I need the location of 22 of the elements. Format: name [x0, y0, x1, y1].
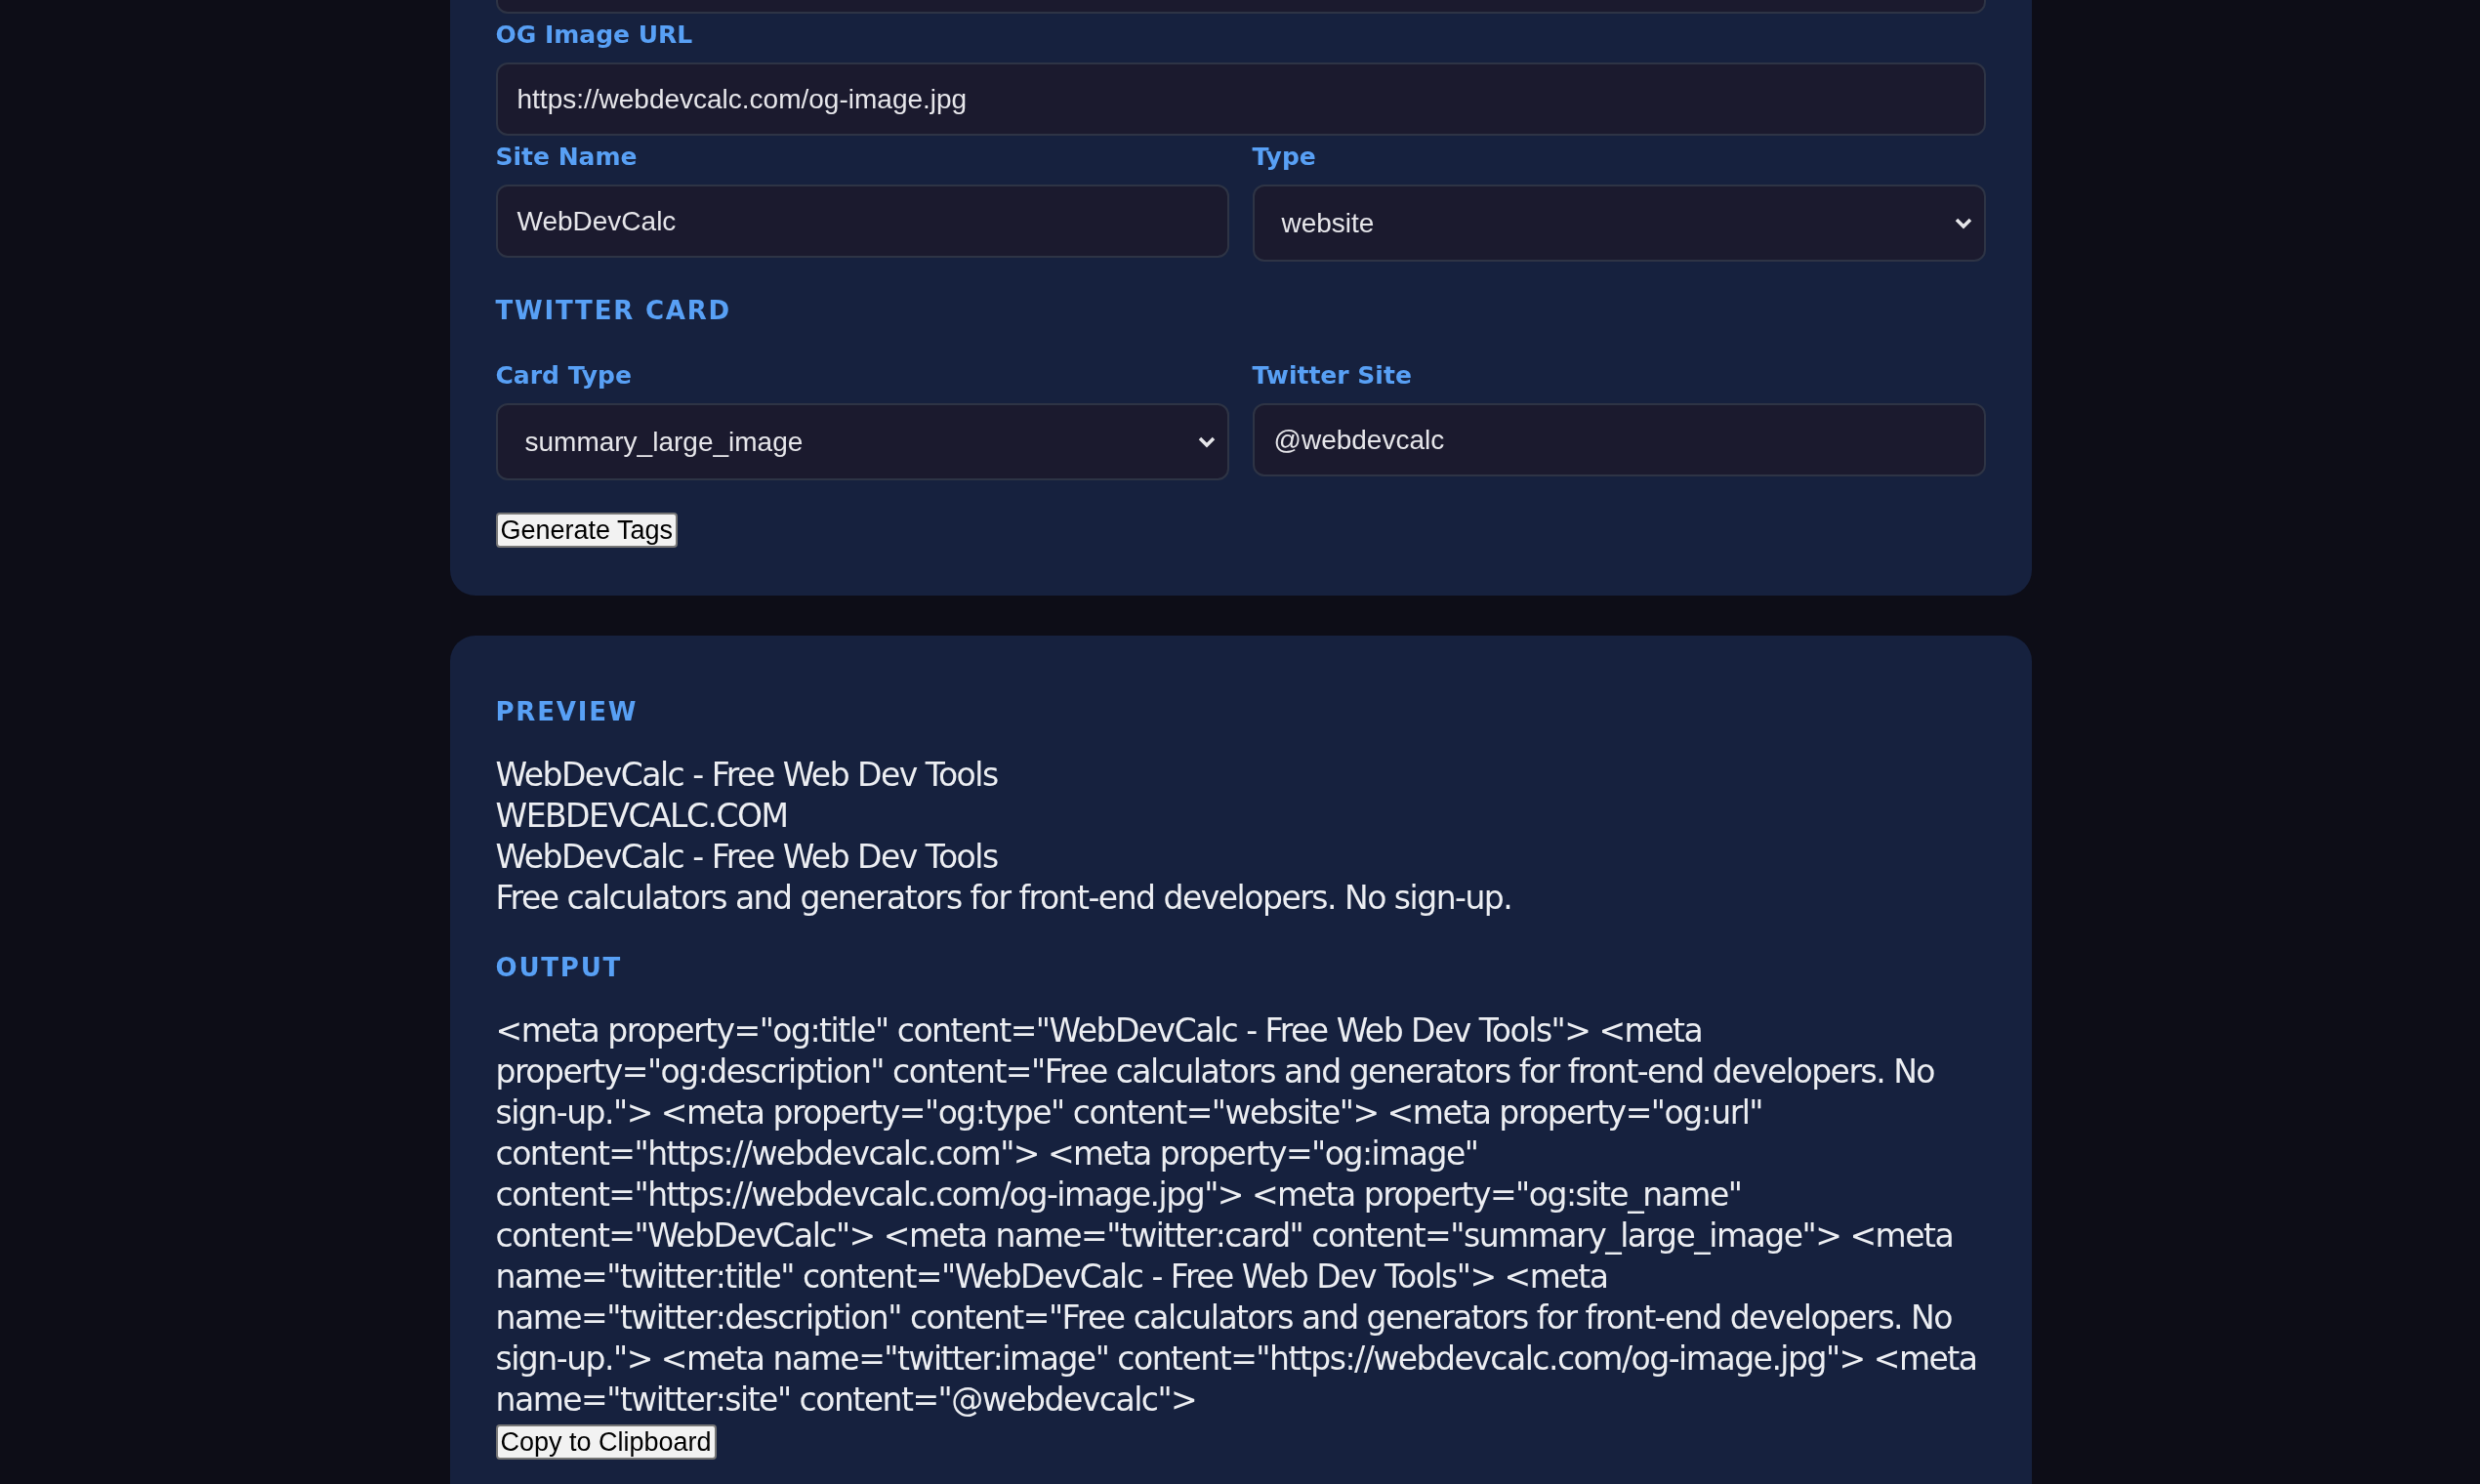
- select-field[interactable]: summary_large_image: [495, 403, 1229, 480]
- output-code: <meta property="og:title" content="WebDevCalc - Free Web Dev Tools"> <meta property="og:description" content="Free calculators and generators for front-end developers. No sign-up."> <meta property="og:type" content="website"> <meta property="og:url" content="https://webdevcalc.com"> <meta property="og:image" content="https://webdevcalc.com/og-image.jpg"> <meta property="og:site_name" content="WebDevCalc"> <meta name="twitter:card" content="summary_large_image"> <meta name="twitter:title" content="WebDevCalc - Free Web Dev Tools"> <meta name="twitter:description" content="Free calculators and generators for front-end developers. No sign-up."> <meta name="twitter:image" content="https://webdevcalc.com/og-image.jpg"> <meta name="twitter:site" content="@webdevcalc">: [495, 1010, 1978, 1421]
- section-heading: PREVIEW: [495, 696, 640, 728]
- input-field[interactable]: @webdevcalc: [1252, 403, 1986, 476]
- preview-line: WebDevCalc - Free Web Dev Tools: [495, 755, 999, 796]
- select-field[interactable]: website: [1252, 185, 1986, 262]
- preview-line: WEBDEVCALC.COM: [495, 796, 789, 837]
- generate-button[interactable]: Generate Tags: [495, 513, 679, 548]
- section-heading: TWITTER CARD: [495, 295, 732, 327]
- field-label: Twitter Site: [1252, 360, 1413, 392]
- input-field[interactable]: https://webdevcalc.com/og-image.jpg: [495, 62, 1986, 136]
- field-label: Card Type: [495, 360, 633, 392]
- field-label: Type: [1252, 142, 1317, 173]
- chevron-down-icon: [1197, 435, 1216, 448]
- copy-button[interactable]: Copy to Clipboard: [495, 1424, 717, 1460]
- field-label: Site Name: [495, 142, 639, 173]
- section-heading: OUTPUT: [495, 952, 624, 984]
- preview-line: Free calculators and generators for front-end developers. No sign-up.: [495, 878, 1513, 919]
- preview-line: WebDevCalc - Free Web Dev Tools: [495, 837, 999, 878]
- chevron-down-icon: [1954, 217, 1972, 229]
- field-label: OG Image URL: [495, 20, 694, 51]
- input-field[interactable]: WebDevCalc: [495, 185, 1229, 258]
